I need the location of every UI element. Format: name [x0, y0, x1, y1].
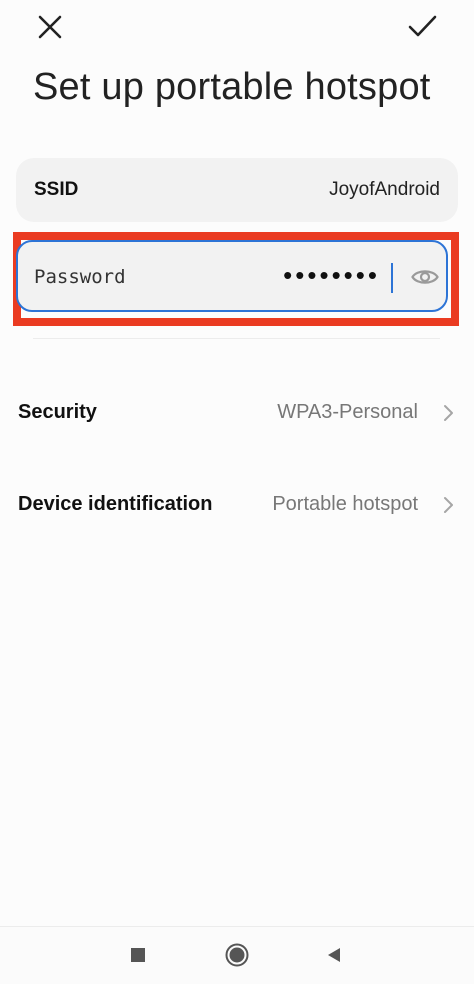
eye-icon [411, 270, 439, 284]
section-divider [33, 338, 440, 339]
home-button[interactable] [219, 937, 255, 973]
text-cursor [391, 263, 393, 293]
square-icon [131, 948, 145, 962]
toggle-password-visibility-button[interactable] [410, 262, 440, 292]
close-button[interactable] [30, 7, 70, 47]
device-identification-value: Portable hotspot [272, 493, 418, 515]
back-button[interactable] [316, 937, 352, 973]
chevron-right-icon [444, 497, 453, 513]
chevron-right-icon [444, 405, 453, 421]
system-navigation-bar [0, 926, 474, 984]
ssid-value: JoyofAndroid [329, 179, 440, 200]
password-label: Password [34, 266, 126, 288]
password-field[interactable]: Password •••••••• [16, 240, 448, 312]
device-identification-label: Device identification [18, 493, 213, 515]
hotspot-setup-screen: Set up portable hotspot SSID JoyofAndroi… [0, 0, 474, 984]
confirm-button[interactable] [403, 7, 443, 47]
password-value: •••••••• [283, 260, 380, 290]
device-identification-row[interactable]: Device identification Portable hotspot [0, 474, 474, 536]
recents-button[interactable] [120, 937, 156, 973]
ssid-label: SSID [34, 179, 79, 200]
top-bar [0, 0, 474, 56]
check-icon [408, 15, 437, 37]
ssid-field[interactable]: SSID JoyofAndroid [16, 158, 458, 222]
security-label: Security [18, 401, 97, 423]
triangle-back-icon [328, 948, 340, 962]
close-icon [38, 15, 62, 39]
circle-icon [225, 943, 249, 967]
security-row[interactable]: Security WPA3-Personal [0, 382, 474, 444]
security-value: WPA3-Personal [277, 401, 418, 423]
page-title: Set up portable hotspot [33, 66, 431, 108]
